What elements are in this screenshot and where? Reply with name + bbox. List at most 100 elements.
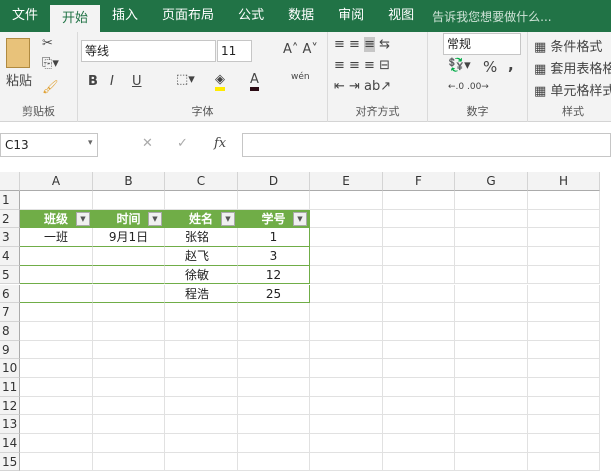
cell[interactable] [455, 321, 528, 341]
table-cell[interactable] [93, 247, 165, 266]
tab-4[interactable]: 公式 [226, 0, 276, 32]
filter-dropdown-icon[interactable]: ▼ [221, 211, 235, 226]
border-icon[interactable]: ⬚▾ [176, 72, 195, 87]
italic-button[interactable]: I [110, 74, 114, 89]
cell[interactable] [383, 452, 455, 471]
cut-icon[interactable]: ✂ [42, 36, 53, 51]
cell[interactable] [310, 265, 383, 285]
cell[interactable] [310, 303, 383, 322]
font-color-icon[interactable]: A [250, 72, 259, 91]
tab-0[interactable]: 文件 [0, 0, 50, 32]
cell[interactable] [20, 191, 93, 210]
decimal-icons[interactable]: ←.0 .00→ [448, 82, 489, 92]
filter-dropdown-icon[interactable]: ▼ [293, 211, 307, 226]
cell[interactable] [165, 321, 238, 341]
cell[interactable] [310, 191, 383, 210]
cell[interactable] [93, 303, 165, 322]
cell[interactable] [383, 247, 455, 266]
cell[interactable] [310, 452, 383, 471]
cell[interactable] [93, 415, 165, 435]
conditional-format-button[interactable]: ▦ 条件格式 [534, 36, 602, 55]
paste-icon[interactable] [6, 38, 30, 68]
table-header-cell[interactable]: 班级 ▼ [20, 209, 93, 229]
align-icons[interactable]: ≡ ≡ ≡ ⇆ ≡ ≡ ≡ ⊟ ⇤ ⇥ ab↗ [334, 34, 391, 97]
cell[interactable] [20, 452, 93, 471]
cell[interactable] [455, 359, 528, 378]
cell[interactable] [238, 359, 310, 378]
row-header-3[interactable]: 3 [0, 228, 20, 248]
row-header-2[interactable]: 2 [0, 209, 20, 229]
cell[interactable] [383, 303, 455, 322]
cell[interactable] [528, 359, 600, 378]
cell[interactable] [20, 378, 93, 397]
cell[interactable] [383, 359, 455, 378]
tab-2[interactable]: 插入 [100, 0, 150, 32]
tab-6[interactable]: 审阅 [326, 0, 376, 32]
cell[interactable] [528, 303, 600, 322]
row-header-12[interactable]: 12 [0, 396, 20, 416]
cell[interactable] [383, 209, 455, 229]
cell[interactable] [383, 340, 455, 360]
cell[interactable] [20, 340, 93, 360]
tab-5[interactable]: 数据 [276, 0, 326, 32]
table-cell[interactable] [20, 265, 93, 285]
cell[interactable] [238, 340, 310, 360]
table-header-cell[interactable]: 姓名 ▼ [165, 209, 238, 229]
number-format-select[interactable]: 常规 [443, 33, 521, 55]
underline-button[interactable]: U [132, 74, 142, 89]
column-header-C[interactable]: C [165, 172, 238, 191]
cell[interactable] [528, 378, 600, 397]
cell[interactable] [528, 284, 600, 304]
cell[interactable] [238, 191, 310, 210]
cell[interactable] [310, 228, 383, 248]
cell[interactable] [165, 378, 238, 397]
cell[interactable] [165, 415, 238, 435]
cell[interactable] [165, 452, 238, 471]
cell[interactable] [455, 303, 528, 322]
currency-icon[interactable]: 💱▾ [448, 58, 471, 73]
cell[interactable] [383, 265, 455, 285]
table-cell[interactable] [20, 284, 93, 304]
row-header-13[interactable]: 13 [0, 415, 20, 435]
tab-1[interactable]: 开始 [50, 5, 101, 32]
column-header-E[interactable]: E [310, 172, 383, 191]
fill-color-icon[interactable]: ◈ [215, 72, 225, 91]
format-as-table-button[interactable]: ▦ 套用表格格式 [534, 58, 611, 77]
cell[interactable] [528, 321, 600, 341]
cell[interactable] [310, 284, 383, 304]
cell[interactable] [165, 396, 238, 416]
cancel-icon[interactable]: ✕ [142, 136, 153, 151]
filter-dropdown-icon[interactable]: ▼ [148, 211, 162, 226]
column-header-G[interactable]: G [455, 172, 528, 191]
cell[interactable] [238, 452, 310, 471]
cell[interactable] [455, 378, 528, 397]
row-header-4[interactable]: 4 [0, 247, 20, 266]
row-header-15[interactable]: 15 [0, 452, 20, 471]
cell[interactable] [455, 265, 528, 285]
cell[interactable] [93, 191, 165, 210]
column-header-A[interactable]: A [20, 172, 93, 191]
enter-icon[interactable]: ✓ [177, 136, 188, 151]
cell[interactable] [528, 209, 600, 229]
cell[interactable] [165, 359, 238, 378]
row-header-5[interactable]: 5 [0, 265, 20, 285]
cell[interactable] [20, 359, 93, 378]
cell[interactable] [20, 303, 93, 322]
font-size-select[interactable]: 11 [217, 40, 252, 62]
font-name-select[interactable]: 等线 [81, 40, 216, 62]
column-header-D[interactable]: D [238, 172, 310, 191]
cell[interactable] [528, 247, 600, 266]
cell[interactable] [383, 321, 455, 341]
insert-function-button[interactable]: fx [214, 136, 226, 151]
table-cell[interactable]: 1 [238, 228, 310, 248]
row-header-9[interactable]: 9 [0, 340, 20, 360]
cell[interactable] [310, 359, 383, 378]
cell[interactable] [455, 452, 528, 471]
phonetic-button[interactable]: wén [291, 72, 310, 82]
formula-input[interactable] [242, 133, 611, 157]
comma-button[interactable]: , [508, 56, 514, 74]
cell[interactable] [455, 284, 528, 304]
cell[interactable] [383, 396, 455, 416]
cell[interactable] [455, 228, 528, 248]
column-header-F[interactable]: F [383, 172, 455, 191]
